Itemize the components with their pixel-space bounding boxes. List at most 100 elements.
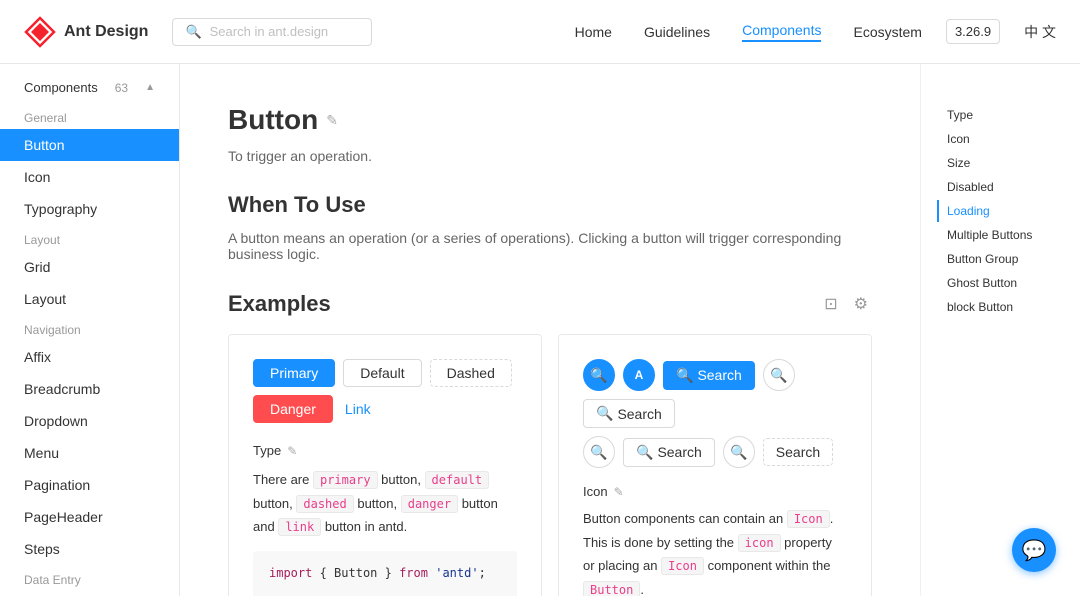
code-default: default: [425, 471, 490, 489]
search-placeholder: Search in ant.design: [210, 24, 329, 39]
sidebar-item-typography[interactable]: Typography: [0, 193, 179, 225]
code-dashed: dashed: [296, 495, 353, 513]
type-edit-icon[interactable]: ✎: [287, 444, 297, 458]
sidebar-item-dropdown[interactable]: Dropdown: [0, 405, 179, 437]
icon-btn-search-circle[interactable]: 🔍: [763, 359, 795, 391]
toc-item-multiple-buttons[interactable]: Multiple Buttons: [937, 224, 1064, 246]
icon-demo-card: 🔍 A 🔍 Search 🔍 🔍 Search: [558, 334, 872, 596]
icon-title-text: Icon: [583, 484, 608, 499]
sidebar-item-button[interactable]: Button: [0, 129, 179, 161]
sidebar-group-navigation: Navigation: [0, 315, 179, 341]
search-label2: Search: [617, 406, 661, 422]
icon-btn-search-blue-circle[interactable]: 🔍: [583, 359, 615, 391]
nav-components[interactable]: Components: [742, 22, 821, 42]
search-icon-inner3: 🔍: [636, 444, 653, 461]
sidebar-section-header[interactable]: Components 63 ▲: [0, 64, 179, 103]
toc-item-icon[interactable]: Icon: [937, 128, 1064, 150]
type-demo-content: Primary Default Dashed Danger Link Type …: [229, 335, 541, 596]
code-icon-prop: icon: [738, 534, 781, 552]
link-button[interactable]: Link: [341, 396, 375, 422]
sidebar-item-icon[interactable]: Icon: [0, 161, 179, 193]
sidebar-item-pageheader[interactable]: PageHeader: [0, 501, 179, 533]
page-subtitle: To trigger an operation.: [228, 148, 872, 164]
search-label3: Search: [657, 444, 701, 460]
icon-section-title: Icon ✎: [583, 484, 847, 499]
sidebar-item-affix[interactable]: Affix: [0, 341, 179, 373]
icon-desc: Button components can contain an Icon. T…: [583, 507, 847, 596]
content: Button ✎ To trigger an operation. When T…: [180, 64, 920, 596]
top-nav: Ant Design 🔍 Search in ant.design Home G…: [0, 0, 1080, 64]
danger-button[interactable]: Danger: [253, 395, 333, 423]
nav-home[interactable]: Home: [575, 24, 612, 40]
icon-btn-search-dashed[interactable]: Search: [763, 438, 833, 466]
examples-header: Examples ⊡ ⚙: [228, 290, 872, 318]
sidebar-group-layout: Layout: [0, 225, 179, 251]
examples-title: Examples: [228, 291, 331, 317]
type-buttons-row: Primary Default Dashed Danger Link: [253, 359, 517, 423]
when-to-use-title: When To Use: [228, 192, 872, 218]
toc: Type Icon Size Disabled Loading Multiple…: [920, 64, 1080, 596]
toc-item-size[interactable]: Size: [937, 152, 1064, 174]
type-title-text: Type: [253, 443, 281, 458]
logo-text: Ant Design: [64, 23, 148, 41]
code-icon1: Icon: [787, 510, 830, 528]
type-section-title: Type ✎: [253, 443, 517, 458]
code-icon2: Icon: [661, 557, 704, 575]
when-to-use-desc: A button means an operation (or a series…: [228, 230, 872, 262]
lang-btn[interactable]: 中 文: [1024, 22, 1056, 42]
logo-icon: [24, 16, 56, 48]
icon-btn-a-blue[interactable]: A: [623, 359, 655, 391]
toc-item-type[interactable]: Type: [937, 104, 1064, 126]
sidebar-group-general: General: [0, 103, 179, 129]
toc-item-button-group[interactable]: Button Group: [937, 248, 1064, 270]
primary-button[interactable]: Primary: [253, 359, 335, 387]
toc-item-block-button[interactable]: block Button: [937, 296, 1064, 318]
nav-ecosystem[interactable]: Ecosystem: [853, 24, 921, 40]
code-danger: danger: [401, 495, 458, 513]
chat-button[interactable]: 💬: [1012, 528, 1056, 572]
search-bar[interactable]: 🔍 Search in ant.design: [172, 18, 372, 46]
sidebar-item-menu[interactable]: Menu: [0, 437, 179, 469]
icon-btn-search-primary[interactable]: 🔍 Search: [663, 361, 755, 390]
icon-edit-icon[interactable]: ✎: [614, 485, 624, 499]
chevron-up-icon: ▲: [145, 82, 155, 93]
sidebar-item-steps[interactable]: Steps: [0, 533, 179, 565]
nav-guidelines[interactable]: Guidelines: [644, 24, 710, 40]
page-title: Button: [228, 104, 318, 136]
sidebar: Components 63 ▲ General Button Icon Typo…: [0, 64, 180, 596]
icon-btn-search-default2[interactable]: 🔍 Search: [623, 438, 715, 467]
code-primary: primary: [313, 471, 378, 489]
dashed-button[interactable]: Dashed: [430, 359, 512, 387]
page-title-row: Button ✎: [228, 104, 872, 136]
search-label4: Search: [776, 444, 820, 460]
examples-actions: ⊡ ⚙: [820, 290, 872, 318]
sidebar-item-grid[interactable]: Grid: [0, 251, 179, 283]
sidebar-item-pagination[interactable]: Pagination: [0, 469, 179, 501]
sidebar-group-data-entry: Data Entry: [0, 565, 179, 591]
default-button[interactable]: Default: [343, 359, 421, 387]
settings-icon[interactable]: ⚙: [850, 290, 872, 318]
sidebar-item-layout[interactable]: Layout: [0, 283, 179, 315]
toc-item-disabled[interactable]: Disabled: [937, 176, 1064, 198]
icon-demo-content: 🔍 A 🔍 Search 🔍 🔍 Search: [559, 335, 871, 596]
version-select[interactable]: 3.26.9: [946, 19, 1000, 44]
code-button1: Button: [583, 581, 640, 596]
search-icon: 🔍: [185, 24, 201, 40]
logo[interactable]: Ant Design: [24, 16, 148, 48]
icon-buttons-row1: 🔍 A 🔍 Search 🔍 🔍 Search: [583, 359, 847, 428]
icon-btn-circle-only[interactable]: 🔍: [583, 436, 615, 468]
code-link: link: [278, 518, 321, 536]
main-layout: Components 63 ▲ General Button Icon Typo…: [0, 64, 1080, 596]
toc-item-loading[interactable]: Loading: [937, 200, 1064, 222]
type-desc: There are primary button, default button…: [253, 468, 517, 539]
chat-icon: 💬: [1022, 538, 1047, 563]
toc-item-ghost-button[interactable]: Ghost Button: [937, 272, 1064, 294]
icon-btn-search-default[interactable]: 🔍 Search: [583, 399, 675, 428]
code-block-type: import { Button } from 'antd'; ReactDOM.…: [253, 551, 517, 596]
icon-btn-circle2[interactable]: 🔍: [723, 436, 755, 468]
sidebar-item-breadcrumb[interactable]: Breadcrumb: [0, 373, 179, 405]
sidebar-section-title: Components: [24, 80, 98, 95]
page-edit-icon[interactable]: ✎: [326, 112, 338, 129]
expand-icon[interactable]: ⊡: [820, 290, 841, 318]
search-label: Search: [697, 367, 741, 383]
